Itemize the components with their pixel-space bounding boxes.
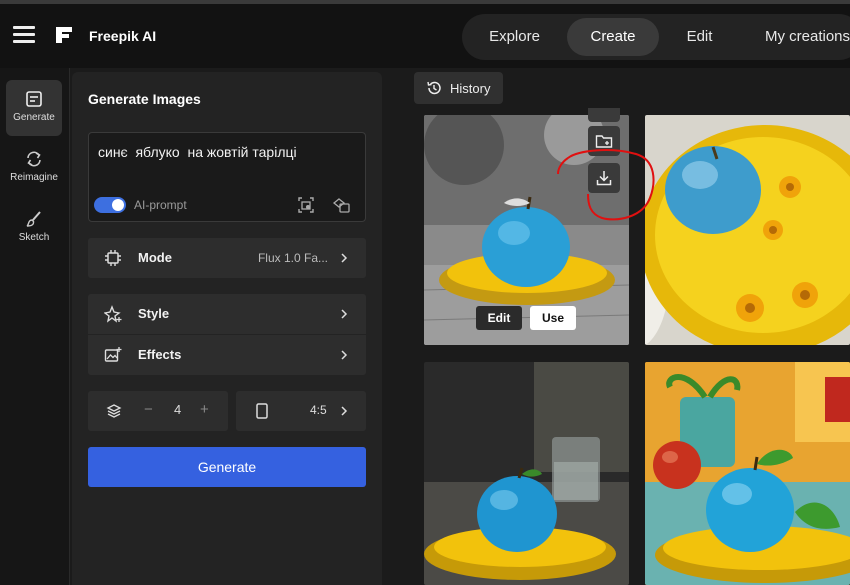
layers-icon <box>106 404 122 418</box>
mode-label: Mode <box>138 250 172 265</box>
result-image-3[interactable] <box>424 362 629 585</box>
tool-rail: Generate Reimagine Sketch <box>0 68 70 585</box>
rail-item-sketch[interactable]: Sketch <box>6 200 62 256</box>
history-icon <box>427 81 441 95</box>
tab-explore[interactable]: Explore <box>472 18 557 56</box>
tab-my-creations[interactable]: My creations <box>747 18 850 56</box>
image-reference-icon[interactable] <box>296 195 316 215</box>
tab-edit[interactable]: Edit <box>667 18 732 56</box>
image-count-stepper: − 4 + <box>88 391 228 431</box>
chevron-right-icon <box>341 309 348 319</box>
prompt-input[interactable]: синє яблуко на жовтій тарілці AI-prompt <box>88 132 366 222</box>
result-image-2[interactable] <box>645 115 850 345</box>
tab-create[interactable]: Create <box>567 18 659 56</box>
edit-image-button[interactable]: Edit <box>476 306 522 330</box>
result-image-4[interactable] <box>645 362 850 585</box>
rail-label: Reimagine <box>10 172 58 183</box>
main-nav: Explore Create Edit My creations <box>462 14 850 60</box>
brand-name: Freepik AI <box>89 28 157 44</box>
mode-value: Flux 1.0 Fa... <box>257 251 328 265</box>
portrait-ratio-icon <box>256 403 268 419</box>
aspect-ratio-selector[interactable]: 4:5 <box>236 391 366 431</box>
history-label: History <box>450 81 491 96</box>
rail-label: Generate <box>13 112 55 123</box>
red-circle-annotation <box>557 149 655 221</box>
chevron-right-icon <box>341 350 348 360</box>
chevron-right-icon <box>341 406 348 416</box>
ai-prompt-toggle[interactable] <box>94 197 126 213</box>
shapes-icon[interactable] <box>332 195 352 215</box>
use-image-button[interactable]: Use <box>530 306 576 330</box>
generate-icon <box>26 91 42 107</box>
generate-panel: Generate Images синє яблуко на жовтій та… <box>72 72 382 585</box>
image-effects-icon <box>104 347 122 362</box>
style-label: Style <box>138 306 170 321</box>
history-button[interactable]: History <box>414 72 503 104</box>
count-value: 4 <box>174 402 182 417</box>
increment-button[interactable]: + <box>200 401 209 418</box>
effects-selector[interactable]: Effects <box>88 335 366 375</box>
reimagine-icon <box>27 151 41 167</box>
style-selector[interactable]: Style <box>88 294 366 334</box>
rail-item-reimagine[interactable]: Reimagine <box>6 140 62 196</box>
chevron-right-icon <box>341 253 348 263</box>
generate-button[interactable]: Generate <box>88 447 366 487</box>
effects-label: Effects <box>138 347 182 362</box>
panel-title: Generate Images <box>88 91 201 107</box>
rail-label: Sketch <box>18 232 50 243</box>
more-actions-button[interactable] <box>588 108 620 122</box>
chip-icon <box>105 250 121 266</box>
brush-icon <box>26 211 41 227</box>
mode-selector[interactable]: Mode Flux 1.0 Fa... <box>88 238 366 278</box>
ratio-value: 4:5 <box>310 403 327 417</box>
star-sparkle-icon <box>104 305 122 323</box>
menu-icon[interactable] <box>13 26 35 44</box>
prompt-text[interactable]: синє яблуко на жовтій тарілці <box>98 144 297 160</box>
freepik-logo-icon <box>56 27 72 43</box>
rail-item-generate[interactable]: Generate <box>6 80 62 136</box>
decrement-button[interactable]: − <box>144 401 153 418</box>
ai-prompt-label: AI-prompt <box>134 198 187 212</box>
top-bar: Freepik AI Explore Create Edit My creati… <box>0 0 850 68</box>
